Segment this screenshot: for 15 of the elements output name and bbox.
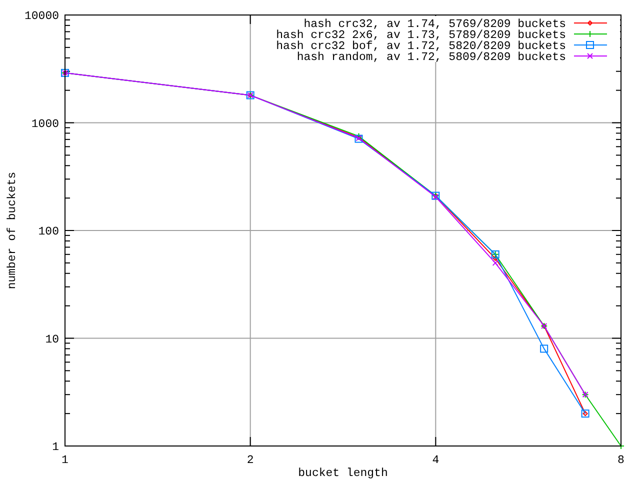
legend-label: hash crc32, av 1.74, 5769/8209 buckets	[304, 18, 566, 31]
tick-label: 1	[62, 454, 68, 467]
tick-label: 2	[246, 454, 254, 467]
tick-label: 4	[432, 454, 440, 467]
tick-label: 10	[45, 333, 59, 346]
y-axis-label: number of buckets	[6, 172, 19, 290]
x-axis-label: bucket length	[298, 467, 388, 480]
legend-label: hash crc32 2x6, av 1.73, 5789/8209 buckets	[276, 29, 566, 42]
tick-label: 8	[618, 454, 624, 467]
legend-label: hash random, av 1.72, 5809/8209 buckets	[296, 51, 566, 64]
tick-label: 1	[52, 441, 59, 454]
legend-label: hash crc32 bof, av 1.72, 5820/8209 buckets	[276, 40, 566, 53]
tick-label: 1000	[31, 118, 59, 131]
tick-label: 100	[38, 226, 59, 238]
tick-label: 10000	[24, 10, 59, 23]
